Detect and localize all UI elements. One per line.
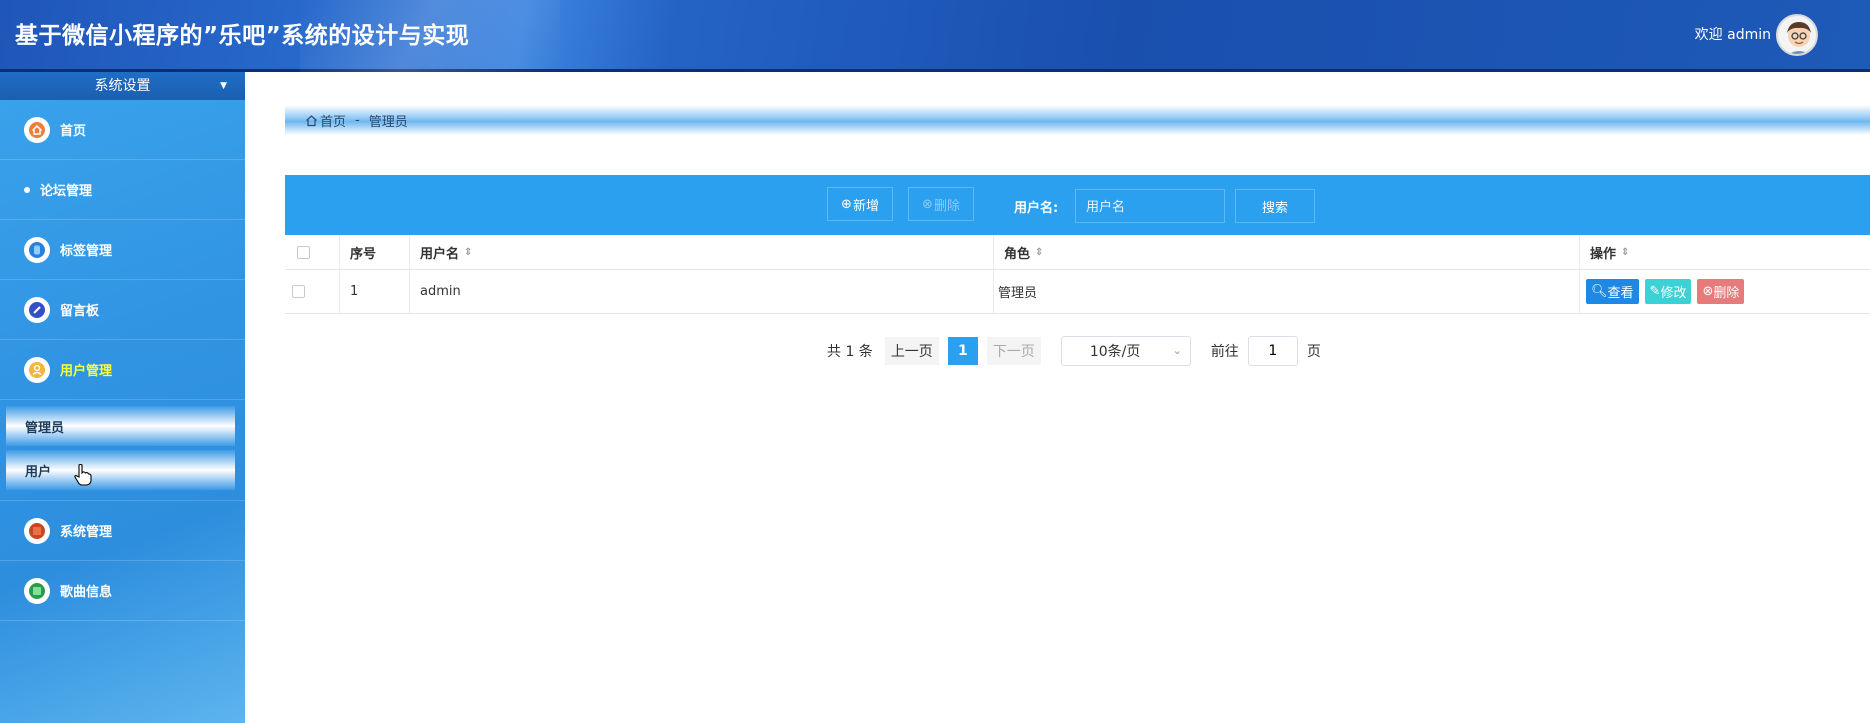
- user-avatar-icon: [1787, 22, 1811, 54]
- pagination-total: 共 1 条: [827, 344, 873, 360]
- x-circle-icon: ⊗: [1702, 284, 1714, 299]
- message-icon: [24, 296, 50, 323]
- search-toolbar: ⊕ 新增 ⊗ 删除 用户名: 搜索: [285, 175, 1870, 235]
- select-all-checkbox[interactable]: [297, 245, 310, 259]
- sidebar-item-label: 论坛管理: [40, 184, 93, 199]
- sidebar-item-label: 系统管理: [60, 525, 113, 540]
- welcome-text: 欢迎 admin: [1694, 27, 1771, 43]
- breadcrumb-home[interactable]: 首页: [320, 111, 346, 130]
- sort-icon: ⇕: [1621, 246, 1630, 258]
- user-icon: [24, 356, 50, 383]
- submenu-item-admin[interactable]: 管理员: [6, 406, 235, 446]
- search-button[interactable]: 搜索: [1235, 189, 1315, 223]
- cell-index: 1: [340, 270, 410, 313]
- tag-icon: [24, 236, 50, 263]
- breadcrumb-current: 管理员: [368, 114, 408, 130]
- row-delete-button[interactable]: ⊗ 删除: [1697, 279, 1745, 304]
- column-header-index: 序号: [340, 235, 410, 269]
- table-header-row: 序号 用户名 ⇕ 角色 ⇕ 操作 ⇕: [285, 235, 1870, 270]
- sidebar-item-label: 歌曲信息: [60, 585, 113, 600]
- row-checkbox[interactable]: [292, 285, 305, 298]
- prev-page-button[interactable]: 上一页: [884, 337, 939, 365]
- sidebar-item-user-management[interactable]: 用户管理: [0, 340, 245, 400]
- chevron-down-icon: ⌄: [1172, 344, 1182, 357]
- sidebar-item-label: 首页: [60, 124, 87, 139]
- home-icon: [24, 116, 50, 143]
- view-button[interactable]: 🔍︎ 查看: [1586, 279, 1639, 304]
- sidebar: 系统设置 ▼ 首页 论坛管理 标签管理 留言板 用户管理 管理员 用户 系统管理…: [0, 72, 245, 723]
- breadcrumb-separator: -: [355, 112, 360, 128]
- sidebar-item-label: 留言板: [60, 304, 100, 319]
- edit-icon: ✎: [1649, 284, 1661, 299]
- header-checkbox-cell: [285, 235, 340, 269]
- column-header-actions[interactable]: 操作 ⇕: [1580, 235, 1870, 269]
- search-icon: 🔍︎: [1591, 284, 1608, 299]
- goto-page-input[interactable]: [1247, 336, 1298, 366]
- sidebar-item-label: 用户管理: [60, 364, 113, 379]
- app-title: 基于微信小程序的”乐吧”系统的设计与实现: [15, 23, 470, 49]
- table-row: 1 admin 管理员 🔍︎ 查看 ✎ 修改 ⊗ 删除: [285, 270, 1870, 314]
- submenu-item-user[interactable]: 用户: [6, 450, 235, 490]
- sidebar-item-home[interactable]: 首页: [0, 100, 245, 160]
- username-label: 用户名:: [1014, 201, 1059, 216]
- sidebar-item-forum[interactable]: 论坛管理: [0, 160, 245, 220]
- next-page-button[interactable]: 下一页: [986, 337, 1041, 365]
- top-header: 基于微信小程序的”乐吧”系统的设计与实现 欢迎 admin: [0, 0, 1870, 72]
- system-icon: [24, 517, 50, 544]
- sort-icon: ⇕: [1035, 246, 1044, 258]
- hand-cursor-icon: [74, 463, 92, 486]
- cell-role: 管理员: [994, 270, 1580, 313]
- admin-table: 序号 用户名 ⇕ 角色 ⇕ 操作 ⇕ 1 admin 管理员 🔍︎ 查看 ✎ 修改 ⊗ 删除: [285, 235, 1870, 314]
- sidebar-item-label: 标签管理: [60, 244, 113, 259]
- sidebar-section-title: 系统设置: [94, 78, 151, 94]
- add-button[interactable]: ⊕ 新增: [827, 187, 893, 221]
- plus-circle-icon: ⊕: [841, 196, 852, 212]
- sidebar-item-messages[interactable]: 留言板: [0, 280, 245, 340]
- edit-button[interactable]: ✎ 修改: [1644, 279, 1692, 304]
- dot-icon: [24, 186, 30, 193]
- music-icon: [24, 577, 50, 604]
- cell-actions: 🔍︎ 查看 ✎ 修改 ⊗ 删除: [1580, 270, 1870, 313]
- delete-button[interactable]: ⊗ 删除: [908, 187, 974, 221]
- sidebar-item-songs[interactable]: 歌曲信息: [0, 561, 245, 621]
- caret-down-icon: ▼: [220, 81, 227, 91]
- column-header-role[interactable]: 角色 ⇕: [994, 235, 1580, 269]
- page-suffix: 页: [1306, 344, 1321, 360]
- user-submenu: 管理员 用户: [0, 400, 245, 501]
- cell-username: admin: [410, 270, 994, 313]
- username-search-input[interactable]: [1075, 189, 1225, 223]
- sidebar-header[interactable]: 系统设置 ▼: [0, 72, 245, 100]
- sidebar-item-system[interactable]: 系统管理: [0, 501, 245, 561]
- sidebar-item-tags[interactable]: 标签管理: [0, 220, 245, 280]
- home-outline-icon: [306, 114, 317, 126]
- page-size-select[interactable]: 10条/页 ⌄: [1060, 336, 1191, 366]
- column-header-username[interactable]: 用户名 ⇕: [410, 235, 994, 269]
- pagination: 共 1 条 上一页 1 下一页 10条/页 ⌄ 前往 页: [827, 336, 1321, 366]
- x-circle-icon: ⊗: [922, 196, 933, 212]
- breadcrumb: 首页 - 管理员: [285, 105, 1870, 135]
- goto-label: 前往: [1210, 344, 1239, 360]
- avatar[interactable]: [1776, 14, 1818, 56]
- submenu-item-label: 用户: [25, 464, 52, 480]
- page-number-current[interactable]: 1: [947, 337, 978, 365]
- row-checkbox-cell: [285, 270, 340, 313]
- sort-icon: ⇕: [464, 246, 473, 258]
